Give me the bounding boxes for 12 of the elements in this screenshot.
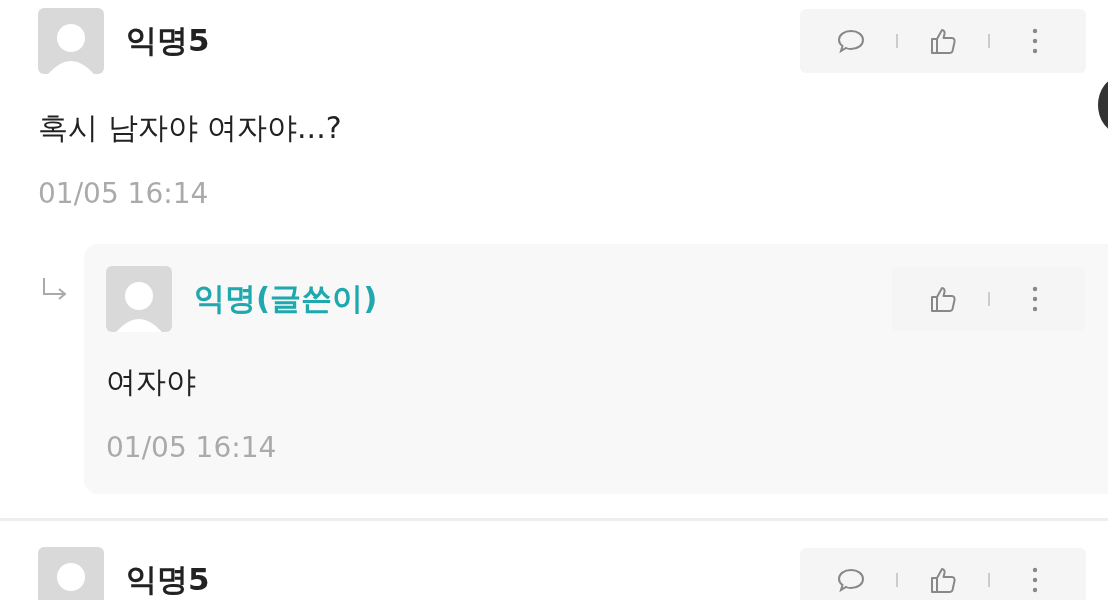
thumbs-up-icon[interactable] xyxy=(928,26,958,56)
comment-text: 여자야 xyxy=(106,363,197,401)
author-name: 익명5 xyxy=(126,21,211,60)
thumbs-up-icon[interactable] xyxy=(928,284,958,314)
timestamp: 01/05 16:14 xyxy=(106,431,278,464)
comment-text: 혹시 남자야 여자야...? xyxy=(38,109,343,147)
avatar-icon xyxy=(106,266,172,332)
author-name: 익명(글쓴이) xyxy=(194,279,379,318)
thumbs-up-icon[interactable] xyxy=(928,565,958,595)
author-name: 익명5 xyxy=(126,560,211,599)
timestamp: 01/05 16:14 xyxy=(38,177,210,210)
avatar-icon xyxy=(38,8,104,74)
